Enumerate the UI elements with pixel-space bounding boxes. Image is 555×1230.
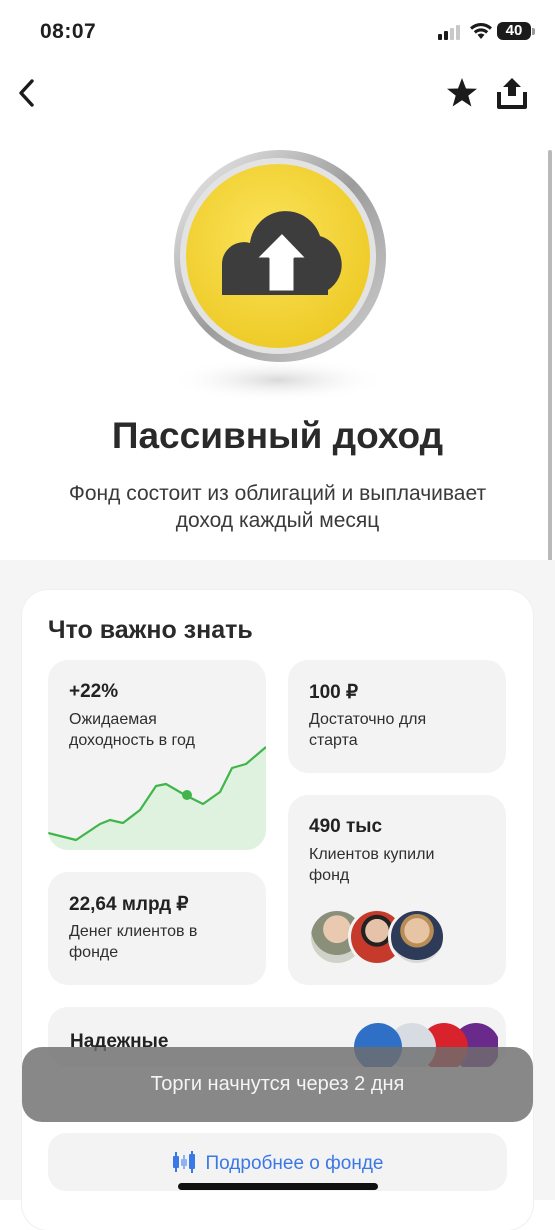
avatar xyxy=(388,908,446,966)
assets-value: 22,64 млрд ₽ xyxy=(69,894,189,915)
fund-coin-illustration xyxy=(168,150,388,402)
fund-subtitle: Фонд состоит из облигаций и выплачивает … xyxy=(68,482,487,532)
battery-indicator: 40 xyxy=(497,22,531,40)
chevron-left-icon[interactable] xyxy=(12,73,46,113)
status-bar: 08:07 40 xyxy=(0,0,555,64)
candlestick-icon xyxy=(173,1151,196,1173)
assets-tile[interactable]: 22,64 млрд ₽ Денег клиентов в фонде xyxy=(48,872,266,985)
star-icon[interactable] xyxy=(445,76,479,110)
assets-label: Денег клиентов в фонде xyxy=(69,923,198,961)
cellular-signal-icon xyxy=(438,25,460,40)
client-avatars xyxy=(308,908,448,966)
min-start-value: 100 ₽ xyxy=(309,682,359,703)
min-start-tile[interactable]: 100 ₽ Достаточно для старта xyxy=(288,660,506,773)
status-time: 08:07 xyxy=(40,20,97,43)
more-button-content: Подробнее о фонде xyxy=(48,1150,507,1175)
nav-bar xyxy=(0,70,555,120)
home-indicator xyxy=(178,1183,378,1190)
share-icon[interactable] xyxy=(494,74,530,112)
clients-label: Клиентов купили фонд xyxy=(309,846,435,884)
trading-toast: Торги начнутся через 2 дня xyxy=(22,1047,533,1122)
battery-tip xyxy=(532,28,535,35)
wifi-icon xyxy=(470,22,492,39)
more-button-label: Подробнее о фонде xyxy=(205,1153,384,1174)
card-title: Что важно знать xyxy=(48,616,253,644)
min-start-label: Достаточно для старта xyxy=(309,711,427,749)
sparkline-point xyxy=(182,790,192,800)
yield-tile[interactable]: +22% Ожидаемая доходность в год xyxy=(48,660,266,850)
yield-sparkline xyxy=(48,746,266,850)
fund-title: Пассивный доход xyxy=(111,415,444,456)
clients-tile[interactable]: 490 тыс Клиентов купили фонд xyxy=(288,795,506,985)
clients-value: 490 тыс xyxy=(309,816,383,837)
